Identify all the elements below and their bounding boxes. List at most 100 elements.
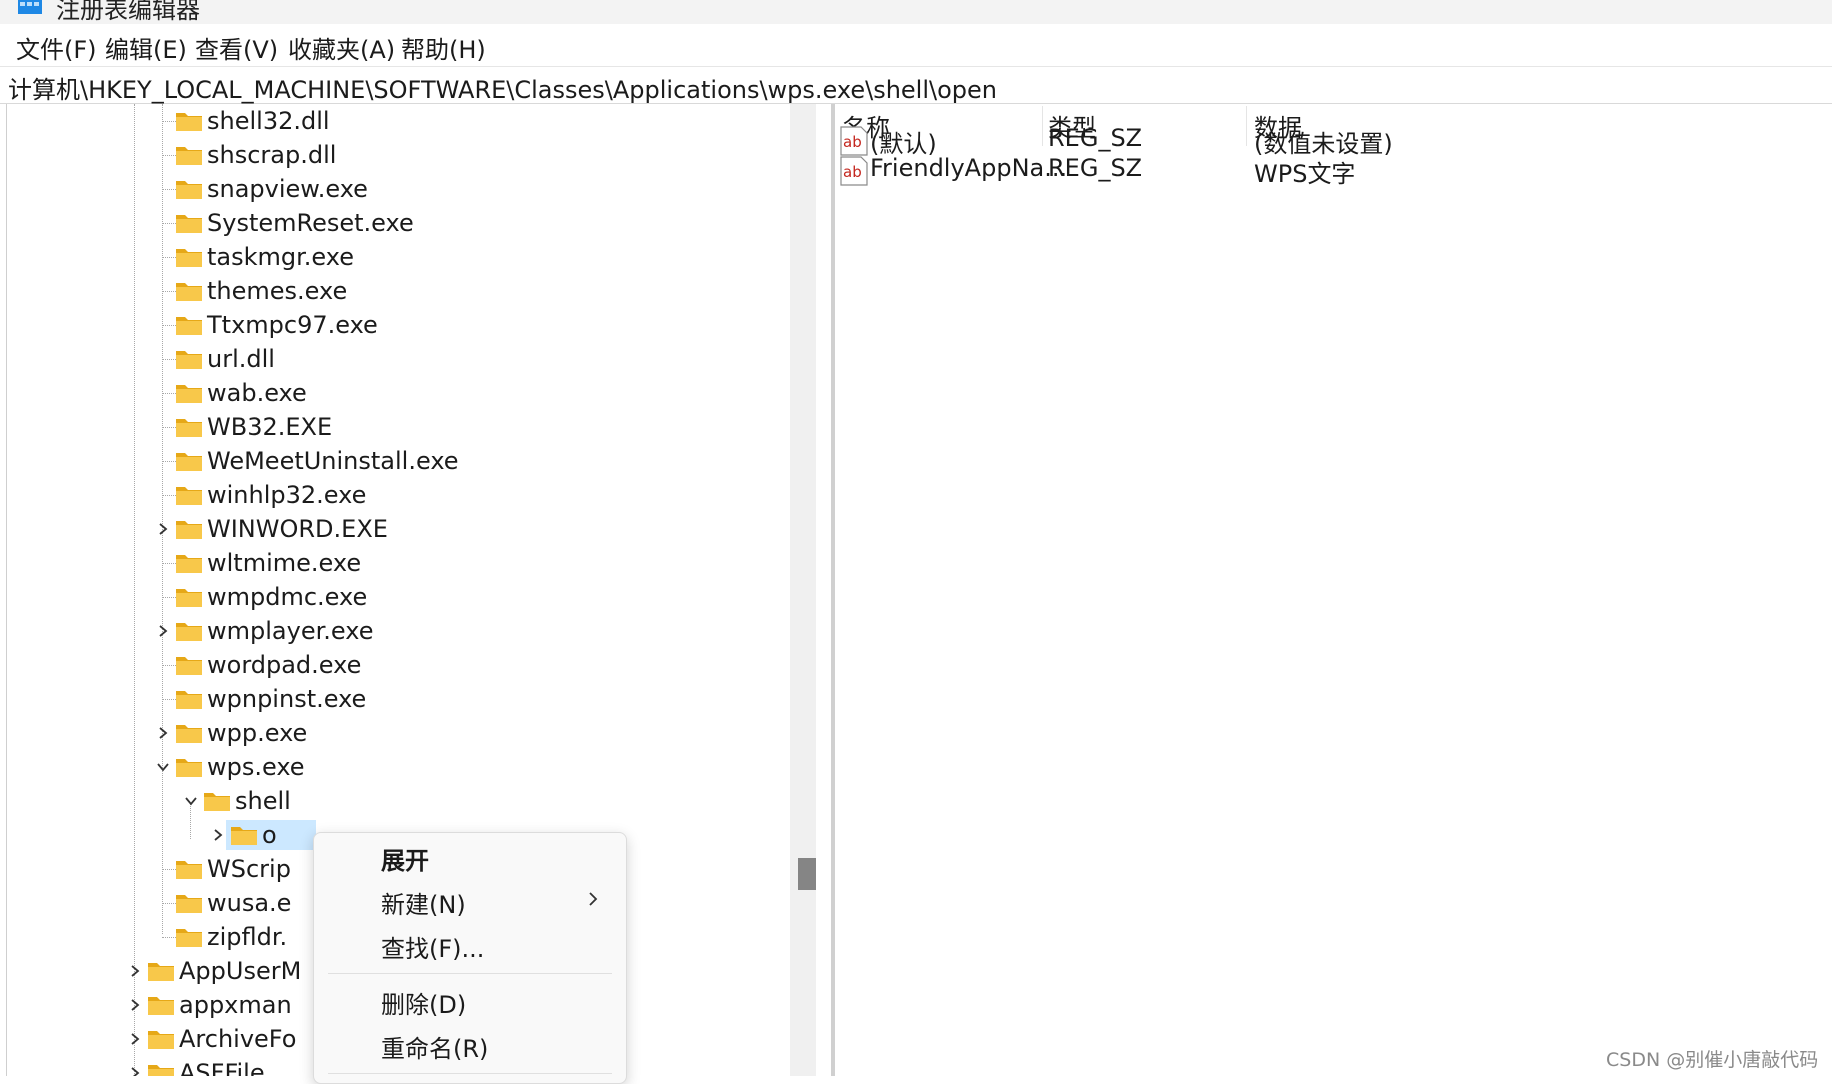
- menu-separator: [328, 973, 612, 974]
- tree-node-label: o: [262, 821, 277, 849]
- tree-node-label: wmpdmc.exe: [207, 583, 368, 611]
- chevron-right-icon[interactable]: [127, 1031, 143, 1047]
- pane-splitter[interactable]: [831, 104, 835, 1076]
- chevron-right-icon[interactable]: [127, 963, 143, 979]
- menu-view[interactable]: 查看(V): [195, 30, 278, 65]
- folder-icon: [176, 725, 202, 743]
- svg-text:ab: ab: [843, 133, 862, 151]
- folder-icon: [176, 759, 202, 777]
- chevron-right-icon[interactable]: [155, 725, 171, 741]
- folder-icon: [148, 963, 174, 981]
- menu-separator: [328, 1073, 612, 1074]
- folder-icon: [204, 793, 230, 811]
- folder-icon: [176, 181, 202, 199]
- tree-node-label: wusa.e: [207, 889, 292, 917]
- context-menu-delete[interactable]: 删除(D): [381, 985, 466, 1020]
- tree-node-label: wpnpinst.exe: [207, 685, 367, 713]
- context-menu-rename[interactable]: 重命名(R): [381, 1029, 488, 1064]
- chevron-right-icon: [589, 892, 598, 906]
- tree-node-label: wmplayer.exe: [207, 617, 374, 645]
- column-divider[interactable]: [1042, 106, 1043, 146]
- tree-node-label: WB32.EXE: [207, 413, 333, 441]
- tree-node-label: url.dll: [207, 345, 275, 373]
- column-divider[interactable]: [1246, 106, 1247, 146]
- folder-icon: [176, 113, 202, 131]
- menu-bar: 文件(F) 编辑(E) 查看(V) 收藏夹(A) 帮助(H): [0, 26, 1832, 67]
- folder-icon: [176, 283, 202, 301]
- folder-icon: [176, 589, 202, 607]
- chevron-right-icon[interactable]: [127, 1065, 143, 1076]
- chevron-right-icon[interactable]: [155, 623, 171, 639]
- folder-icon: [176, 453, 202, 471]
- tree-node-label: SystemReset.exe: [207, 209, 414, 237]
- chevron-down-icon[interactable]: [155, 759, 171, 775]
- folder-icon: [176, 419, 202, 437]
- chevron-right-icon[interactable]: [127, 997, 143, 1013]
- string-value-icon: ab: [840, 126, 868, 156]
- tree-scrollbar[interactable]: [790, 104, 816, 1076]
- value-name: FriendlyAppNa...: [870, 154, 1068, 182]
- address-bar[interactable]: 计算机\HKEY_LOCAL_MACHINE\SOFTWARE\Classes\…: [0, 68, 1832, 104]
- folder-icon: [231, 827, 257, 845]
- tree-node-label: WINWORD.EXE: [207, 515, 388, 543]
- chevron-right-icon[interactable]: [210, 827, 226, 843]
- folder-icon: [176, 147, 202, 165]
- tree-node-label: shell: [235, 787, 291, 815]
- chevron-right-icon[interactable]: [155, 521, 171, 537]
- folder-icon: [176, 215, 202, 233]
- svg-text:ab: ab: [843, 163, 862, 181]
- folder-icon: [176, 861, 202, 879]
- value-type: REG_SZ: [1048, 154, 1143, 182]
- folder-icon: [176, 521, 202, 539]
- tree-node-label: zipfldr.: [207, 923, 288, 951]
- address-path[interactable]: 计算机\HKEY_LOCAL_MACHINE\SOFTWARE\Classes\…: [8, 70, 997, 105]
- tree-node-label: WScrip: [207, 855, 291, 883]
- chevron-down-icon[interactable]: [183, 793, 199, 809]
- tree-node-label: wab.exe: [207, 379, 307, 407]
- context-menu-find[interactable]: 查找(F)...: [381, 929, 484, 964]
- tree-node-label: snapview.exe: [207, 175, 368, 203]
- folder-icon: [176, 487, 202, 505]
- watermark: CSDN @别催小唐敲代码: [1606, 1049, 1819, 1071]
- title-bar: 注册表编辑器: [0, 0, 1832, 24]
- tree-node-label: taskmgr.exe: [207, 243, 354, 271]
- tree-node-label: wps.exe: [207, 753, 305, 781]
- tree-scrollbar-thumb[interactable]: [798, 858, 816, 890]
- tree-node-label: ArchiveFo: [179, 1025, 297, 1053]
- folder-icon: [176, 317, 202, 335]
- folder-icon: [176, 249, 202, 267]
- tree-node-label: wordpad.exe: [207, 651, 362, 679]
- context-menu-expand[interactable]: 展开: [381, 841, 429, 876]
- folder-icon: [176, 623, 202, 641]
- tree-guide-line: [134, 104, 135, 1076]
- value-type: REG_SZ: [1048, 124, 1143, 152]
- folder-icon: [176, 657, 202, 675]
- tree-node-label: Ttxmpc97.exe: [207, 311, 378, 339]
- folder-icon: [176, 691, 202, 709]
- folder-icon: [148, 1065, 174, 1076]
- folder-icon: [176, 895, 202, 913]
- menu-file[interactable]: 文件(F): [16, 30, 97, 65]
- tree-node-label: winhlp32.exe: [207, 481, 367, 509]
- tree-node-label: wpp.exe: [207, 719, 308, 747]
- tree-node-label: ASFFile: [179, 1059, 265, 1076]
- values-list[interactable]: 名称 类型 数据 ab (默认) REG_SZ (数值未设置) ab Frien…: [836, 104, 1832, 1076]
- tree-node-label: themes.exe: [207, 277, 348, 305]
- value-data: WPS文字: [1254, 160, 1356, 188]
- tree-node-label: shell32.dll: [207, 107, 330, 135]
- menu-favorites[interactable]: 收藏夹(A): [288, 30, 395, 65]
- tree-guide-line: [190, 804, 191, 839]
- context-menu-new[interactable]: 新建(N): [381, 885, 466, 920]
- folder-icon: [176, 555, 202, 573]
- tree-node-label: shscrap.dll: [207, 141, 337, 169]
- regedit-app-icon: [18, 0, 42, 14]
- menu-help[interactable]: 帮助(H): [401, 30, 486, 65]
- tree-node-label: appxman: [179, 991, 292, 1019]
- string-value-icon: ab: [840, 156, 868, 186]
- context-menu: 展开 新建(N) 查找(F)... 删除(D) 重命名(R): [313, 832, 627, 1084]
- folder-icon: [148, 1031, 174, 1049]
- tree-node-label: WeMeetUninstall.exe: [207, 447, 459, 475]
- window-title: 注册表编辑器: [56, 0, 200, 24]
- menu-edit[interactable]: 编辑(E): [105, 30, 187, 65]
- tree-node-label: wltmime.exe: [207, 549, 362, 577]
